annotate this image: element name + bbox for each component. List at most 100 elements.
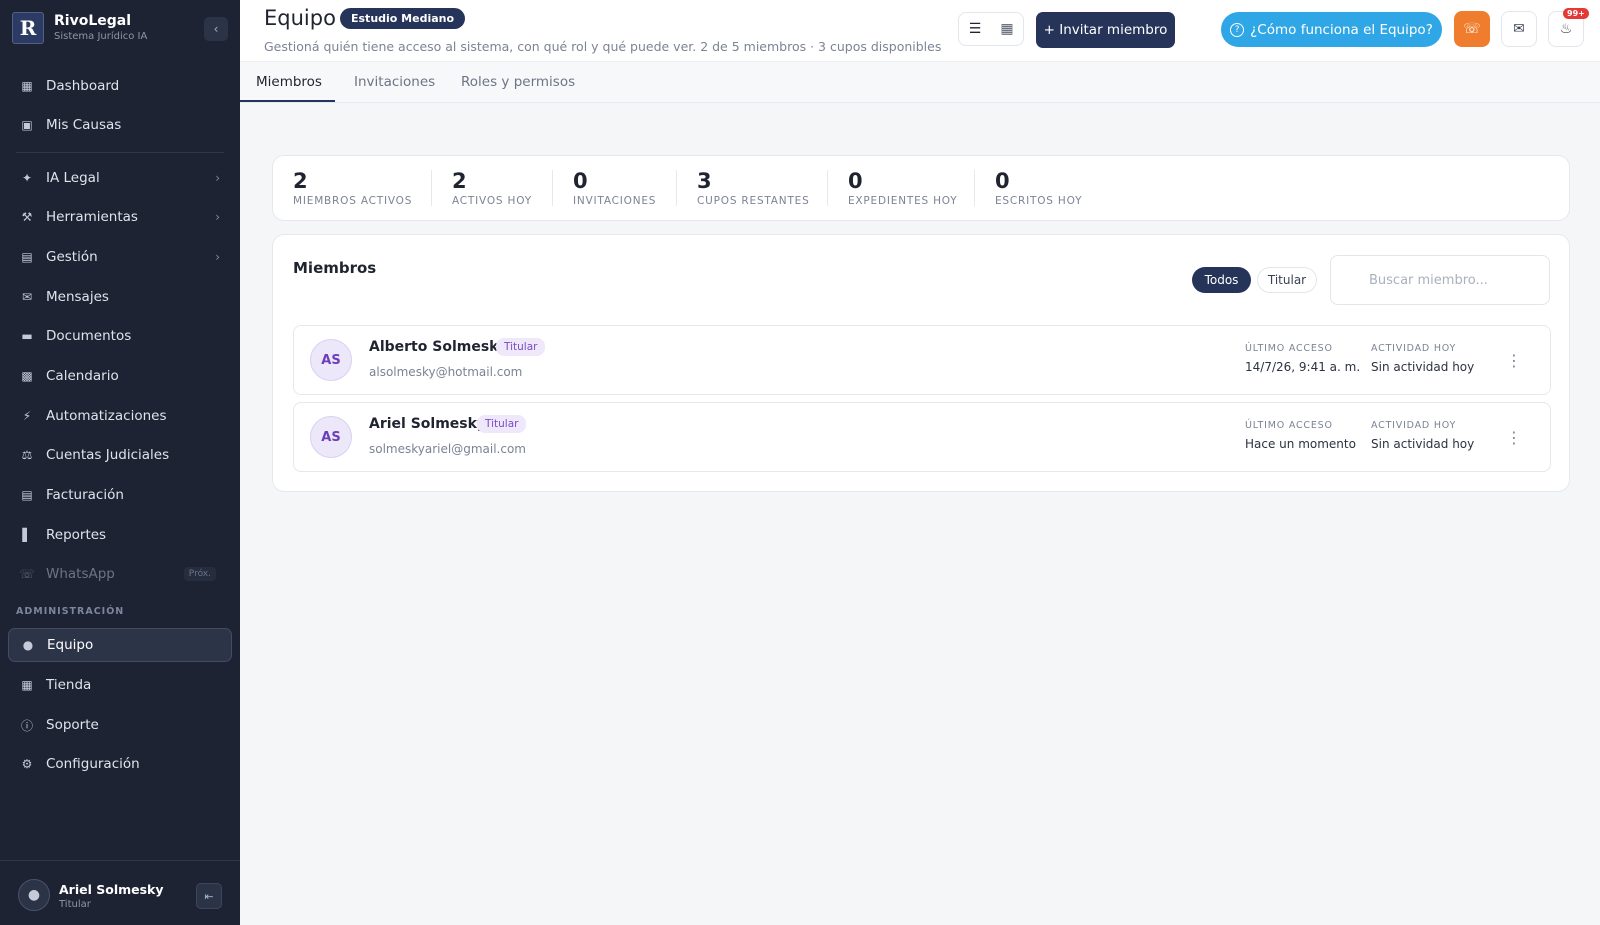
stat-label: ESCRITOS HOY bbox=[995, 195, 1083, 207]
sidebar-item-configuracion[interactable]: ⚙ Configuración bbox=[8, 747, 232, 781]
team-help-button[interactable]: ? ¿Cómo funciona el Equipo? bbox=[1221, 12, 1442, 47]
header: Equipo Estudio Mediano Gestioná quién ti… bbox=[240, 0, 1600, 62]
more-options-icon[interactable]: ⋮ bbox=[1504, 425, 1524, 449]
stat-divider bbox=[974, 170, 975, 206]
stat-label: INVITACIONES bbox=[573, 195, 657, 207]
plan-badge: Estudio Mediano bbox=[340, 8, 466, 29]
admin-section-label: ADMINISTRACIÓN bbox=[16, 606, 125, 617]
bolt-icon: ⚡ bbox=[22, 409, 32, 423]
mail-icon: ✉ bbox=[21, 290, 33, 304]
chevron-right-icon: › bbox=[215, 171, 220, 185]
member-name: Alberto Solmesky bbox=[369, 339, 508, 355]
members-panel: Miembros Todos Titular AS Alberto Solmes… bbox=[272, 234, 1570, 492]
sidebar-item-label: Documentos bbox=[46, 328, 132, 344]
sidebar-item-label: Mis Causas bbox=[46, 117, 122, 133]
sidebar-item-whatsapp: ☏ WhatsApp Próx. bbox=[8, 557, 232, 591]
invite-member-button[interactable]: + Invitar miembro bbox=[1036, 12, 1175, 48]
help-icon: ⓘ bbox=[20, 718, 33, 733]
sidebar-item-mis-causas[interactable]: ▣ Mis Causas bbox=[8, 108, 232, 142]
stat-value: 2 bbox=[452, 169, 467, 193]
tab-miembros[interactable]: Miembros bbox=[256, 74, 322, 90]
store-icon: ▦ bbox=[21, 678, 33, 692]
search-member-input[interactable] bbox=[1330, 255, 1550, 305]
dashboard-icon: ▦ bbox=[21, 79, 33, 93]
user-profile[interactable]: ● Ariel Solmesky Titular ⇤ bbox=[0, 860, 240, 925]
member-email: solmeskyariel@gmail.com bbox=[369, 442, 526, 456]
activity-label: ACTIVIDAD HOY bbox=[1371, 420, 1457, 431]
coming-soon-badge: Próx. bbox=[183, 567, 216, 581]
tab-invitaciones[interactable]: Invitaciones bbox=[354, 74, 435, 90]
sidebar-item-soporte[interactable]: ⓘ Soporte bbox=[8, 708, 232, 742]
stat-label: MIEMBROS ACTIVOS bbox=[293, 195, 413, 207]
sidebar-item-label: Cuentas Judiciales bbox=[46, 447, 170, 463]
briefcase-icon: ▣ bbox=[21, 118, 33, 132]
filter-todos[interactable]: Todos bbox=[1192, 267, 1251, 293]
support-button[interactable]: ☏ bbox=[1454, 11, 1490, 47]
tabs: Miembros Invitaciones Roles y permisos bbox=[240, 62, 1600, 103]
member-row[interactable]: AS Alberto Solmesky Titular alsolmesky@h… bbox=[293, 325, 1551, 395]
avatar: AS bbox=[310, 339, 352, 381]
active-tab-indicator bbox=[240, 100, 335, 102]
last-access-label: ÚLTIMO ACCESO bbox=[1245, 343, 1333, 354]
view-toggle: ☰ ▦ bbox=[958, 12, 1024, 46]
stat-value: 0 bbox=[995, 169, 1010, 193]
stat-escritos-hoy: 0 ESCRITOS HOY bbox=[995, 168, 1082, 207]
sidebar-item-reportes[interactable]: ▌ Reportes bbox=[8, 518, 232, 552]
chevron-left-icon: ‹ bbox=[213, 22, 219, 36]
sidebar-item-automatizaciones[interactable]: ⚡ Automatizaciones bbox=[8, 399, 232, 433]
last-access-value: 14/7/26, 9:41 a. m. bbox=[1245, 360, 1361, 374]
collapse-sidebar-button[interactable]: ‹ bbox=[204, 17, 228, 41]
member-row[interactable]: AS Ariel Solmesky Titular solmeskyariel@… bbox=[293, 402, 1551, 472]
stat-divider bbox=[827, 170, 828, 206]
last-access-label: ÚLTIMO ACCESO bbox=[1245, 420, 1333, 431]
stat-label: CUPOS RESTANTES bbox=[697, 195, 810, 207]
sidebar-item-dashboard[interactable]: ▦ Dashboard bbox=[8, 69, 232, 103]
sidebar-item-cuentas-judiciales[interactable]: ⚖ Cuentas Judiciales bbox=[8, 438, 232, 472]
activity-value: Sin actividad hoy bbox=[1371, 437, 1475, 451]
grid-view-icon[interactable]: ▦ bbox=[991, 13, 1023, 45]
sidebar-item-equipo[interactable]: ● Equipo bbox=[8, 628, 232, 662]
toolbox-icon: ▤ bbox=[21, 250, 33, 264]
sparkle-icon: ✦ bbox=[21, 171, 33, 185]
member-role-badge: Titular bbox=[496, 338, 546, 356]
mail-icon: ✉ bbox=[1513, 21, 1525, 37]
user-icon: ● bbox=[22, 638, 34, 652]
sidebar-item-ia-legal[interactable]: ✦ IA Legal › bbox=[8, 161, 232, 195]
stat-activos-hoy: 2 ACTIVOS HOY bbox=[452, 168, 532, 207]
sidebar-item-facturacion[interactable]: ▤ Facturación bbox=[8, 478, 232, 512]
sidebar-item-calendario[interactable]: ▩ Calendario bbox=[8, 359, 232, 393]
stat-value: 3 bbox=[697, 169, 712, 193]
more-options-icon[interactable]: ⋮ bbox=[1504, 348, 1524, 372]
member-name: Ariel Solmesky bbox=[369, 416, 487, 432]
members-panel-title: Miembros bbox=[293, 259, 377, 277]
avatar: ● bbox=[18, 879, 50, 911]
stat-divider bbox=[431, 170, 432, 206]
sidebar-divider bbox=[16, 152, 224, 153]
sidebar-item-tienda[interactable]: ▦ Tienda bbox=[8, 668, 232, 702]
stat-miembros-activos: 2 MIEMBROS ACTIVOS bbox=[293, 168, 412, 207]
receipt-icon: ▤ bbox=[21, 488, 33, 502]
sidebar-item-herramientas[interactable]: ⚒ Herramientas › bbox=[8, 200, 232, 234]
filter-titular[interactable]: Titular bbox=[1257, 267, 1317, 293]
sidebar-item-label: Reportes bbox=[46, 527, 107, 543]
stat-label: ACTIVOS HOY bbox=[452, 195, 532, 207]
page-subtitle: Gestioná quién tiene acceso al sistema, … bbox=[264, 39, 942, 54]
sidebar-item-label: Configuración bbox=[46, 756, 140, 772]
tab-roles-permisos[interactable]: Roles y permisos bbox=[461, 74, 575, 90]
sidebar-item-documentos[interactable]: ▬ Documentos bbox=[8, 319, 232, 353]
user-name: Ariel Solmesky bbox=[59, 882, 164, 897]
sidebar-item-gestion[interactable]: ▤ Gestión › bbox=[8, 240, 232, 274]
brand-name: RivoLegal bbox=[54, 13, 132, 29]
brand[interactable]: R RivoLegal Sistema Jurídico IA bbox=[12, 12, 147, 44]
user-role: Titular bbox=[59, 899, 91, 910]
list-view-icon[interactable]: ☰ bbox=[959, 13, 991, 45]
stat-value: 0 bbox=[848, 169, 863, 193]
messages-button[interactable]: ✉ bbox=[1501, 11, 1537, 47]
sidebar-item-label: Soporte bbox=[46, 717, 99, 733]
notifications-count-badge: 99+ bbox=[1563, 8, 1589, 19]
page-title: Equipo bbox=[264, 6, 336, 30]
member-email: alsolmesky@hotmail.com bbox=[369, 365, 523, 379]
sidebar-item-mensajes[interactable]: ✉ Mensajes bbox=[8, 280, 232, 314]
logout-button[interactable]: ⇤ bbox=[196, 883, 222, 909]
stat-divider bbox=[676, 170, 677, 206]
